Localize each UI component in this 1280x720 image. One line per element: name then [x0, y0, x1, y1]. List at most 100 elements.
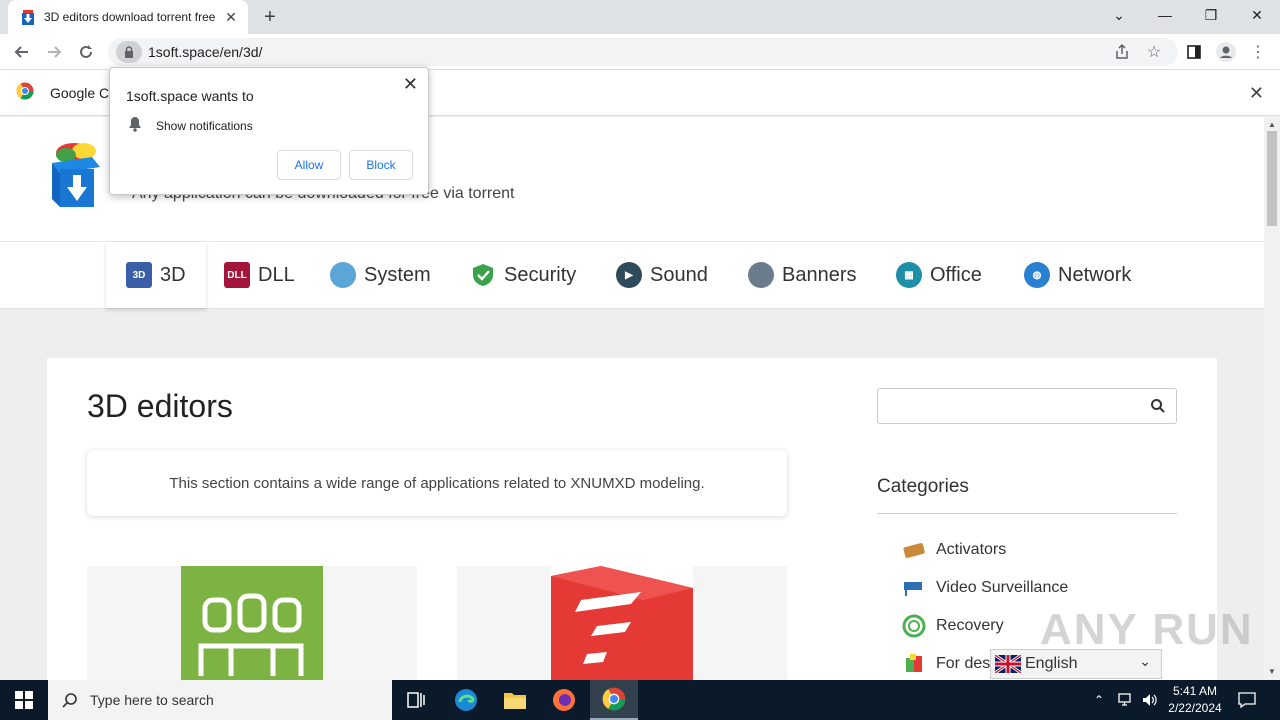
infobar-close-icon[interactable]: ✕ — [1249, 83, 1264, 104]
uk-flag-icon — [994, 653, 1022, 675]
scroll-thumb[interactable] — [1267, 131, 1277, 226]
anyrun-watermark: ANY RUN — [1040, 605, 1254, 654]
start-button[interactable] — [0, 680, 48, 720]
close-window-button[interactable]: ✕ — [1234, 0, 1280, 30]
nav-label: Network — [1058, 263, 1132, 286]
nav-label: 3D — [160, 263, 186, 286]
banners-icon — [748, 262, 774, 288]
browser-toolbar: 1soft.space/en/3d/ ☆ ⋮ — [0, 34, 1280, 70]
app-thumbnail-people-icon[interactable] — [181, 566, 323, 680]
app-card[interactable] — [87, 566, 417, 680]
address-bar[interactable]: 1soft.space/en/3d/ — [108, 38, 1178, 66]
allow-button[interactable]: Allow — [277, 150, 341, 180]
share-icon[interactable] — [1110, 40, 1134, 64]
volume-icon[interactable] — [1142, 680, 1158, 720]
category-label: Recovery — [936, 617, 1004, 634]
nav-item-sound[interactable]: ▶ Sound — [616, 242, 708, 308]
menu-kebab-icon[interactable]: ⋮ — [1246, 40, 1270, 64]
tab-close-icon[interactable]: ✕ — [222, 8, 240, 26]
notification-permission-popup: 1soft.space wants to ✕ Show notification… — [109, 67, 429, 195]
search-icon — [62, 693, 77, 708]
app-thumbnail-sketchup-icon[interactable] — [551, 566, 693, 680]
nav-label: Sound — [650, 263, 708, 286]
chrome-taskbar-icon[interactable] — [590, 680, 638, 720]
forward-button[interactable] — [42, 40, 66, 64]
lock-icon[interactable] — [116, 41, 142, 63]
tab-search-chevron-icon[interactable]: ⌄ — [1096, 0, 1142, 30]
notification-center-icon[interactable] — [1238, 680, 1256, 720]
edge-icon[interactable] — [442, 680, 490, 720]
profile-avatar-icon[interactable] — [1214, 40, 1238, 64]
new-tab-button[interactable]: + — [258, 5, 282, 29]
minimize-button[interactable]: — — [1142, 0, 1188, 30]
scroll-up-arrow-icon[interactable]: ▲ — [1268, 120, 1276, 129]
category-recovery[interactable]: Recovery — [902, 612, 1004, 640]
network-icon[interactable] — [1118, 680, 1134, 720]
page-scrollbar[interactable]: ▲ ▼ — [1264, 117, 1280, 680]
shield-icon — [470, 262, 496, 288]
nav-item-office[interactable]: ▦ Office — [896, 242, 982, 308]
nav-label: Office — [930, 263, 982, 286]
language-label: English — [1025, 655, 1078, 672]
nav-label: Security — [504, 263, 577, 286]
app-card[interactable] — [457, 566, 787, 680]
dll-icon: DLL — [224, 262, 250, 288]
office-icon: ▦ — [896, 262, 922, 288]
3d-icon: 3D — [126, 262, 152, 288]
nav-label: System — [364, 263, 431, 286]
permission-label: Show notifications — [156, 118, 253, 133]
scroll-down-arrow-icon[interactable]: ▼ — [1268, 667, 1276, 676]
nav-label: DLL — [258, 263, 295, 286]
windows-taskbar: Type here to search ⌃ 5:41 AM 2/22/2024 — [0, 680, 1280, 720]
block-button[interactable]: Block — [349, 150, 413, 180]
page-title: 3D editors — [87, 388, 233, 424]
popup-title: 1soft.space wants to — [126, 88, 254, 104]
category-activators[interactable]: Activators — [902, 536, 1006, 564]
popup-close-icon[interactable]: ✕ — [403, 74, 418, 95]
taskbar-search-placeholder: Type here to search — [90, 692, 214, 708]
taskbar-clock[interactable]: 5:41 AM 2/22/2024 — [1160, 683, 1230, 717]
web-page: ndows Any application can be downloaded … — [0, 117, 1264, 680]
nav-item-security[interactable]: Security — [470, 242, 576, 308]
nav-item-banners[interactable]: Banners — [748, 242, 857, 308]
reload-button[interactable] — [74, 40, 98, 64]
category-for-designers[interactable]: For des — [902, 650, 990, 678]
search-input[interactable] — [877, 388, 1177, 424]
category-label: Activators — [936, 541, 1007, 558]
permission-row: Show notifications — [128, 116, 253, 135]
bookmark-star-icon[interactable]: ☆ — [1142, 40, 1166, 64]
category-label: Video Surveillance — [936, 579, 1069, 596]
firefox-icon[interactable] — [540, 680, 588, 720]
globe-icon: ◍ — [1024, 262, 1050, 288]
nav-item-dll[interactable]: DLL DLL — [224, 242, 295, 308]
site-logo-icon[interactable] — [48, 139, 104, 207]
language-selector[interactable]: English ⌄ — [990, 649, 1162, 679]
search-icon[interactable] — [1150, 398, 1166, 419]
nav-label: Banners — [782, 263, 857, 286]
infobar-text: Google Cl — [50, 84, 113, 101]
site-favicon-icon — [20, 9, 36, 25]
file-explorer-icon[interactable] — [491, 680, 539, 720]
recovery-icon — [902, 614, 926, 638]
back-button[interactable] — [10, 40, 34, 64]
clock-time: 5:41 AM — [1172, 684, 1218, 698]
chrome-logo-icon — [16, 82, 34, 103]
taskbar-search-input[interactable]: Type here to search — [48, 680, 392, 720]
chevron-down-icon: ⌄ — [1139, 653, 1151, 669]
nav-item-network[interactable]: ◍ Network — [1024, 242, 1131, 308]
tab-title: 3D editors download torrent free — [44, 10, 216, 24]
restore-button[interactable]: ❐ — [1188, 0, 1234, 30]
task-view-icon[interactable] — [392, 680, 440, 720]
category-video-surveillance[interactable]: Video Surveillance — [902, 574, 1068, 602]
sound-icon: ▶ — [616, 262, 642, 288]
divider — [877, 513, 1177, 514]
nav-item-3d[interactable]: 3D 3D — [106, 242, 206, 308]
side-panel-icon[interactable] — [1182, 40, 1206, 64]
tray-chevron-up-icon[interactable]: ⌃ — [1094, 680, 1104, 720]
category-label: For des — [936, 655, 991, 672]
system-icon — [330, 262, 356, 288]
windows-logo-icon — [15, 691, 33, 709]
nav-item-system[interactable]: System — [330, 242, 431, 308]
category-nav: 3D 3D DLL DLL System Security ▶ Sound Ba… — [0, 241, 1264, 309]
browser-tab[interactable]: 3D editors download torrent free ✕ — [8, 0, 248, 34]
